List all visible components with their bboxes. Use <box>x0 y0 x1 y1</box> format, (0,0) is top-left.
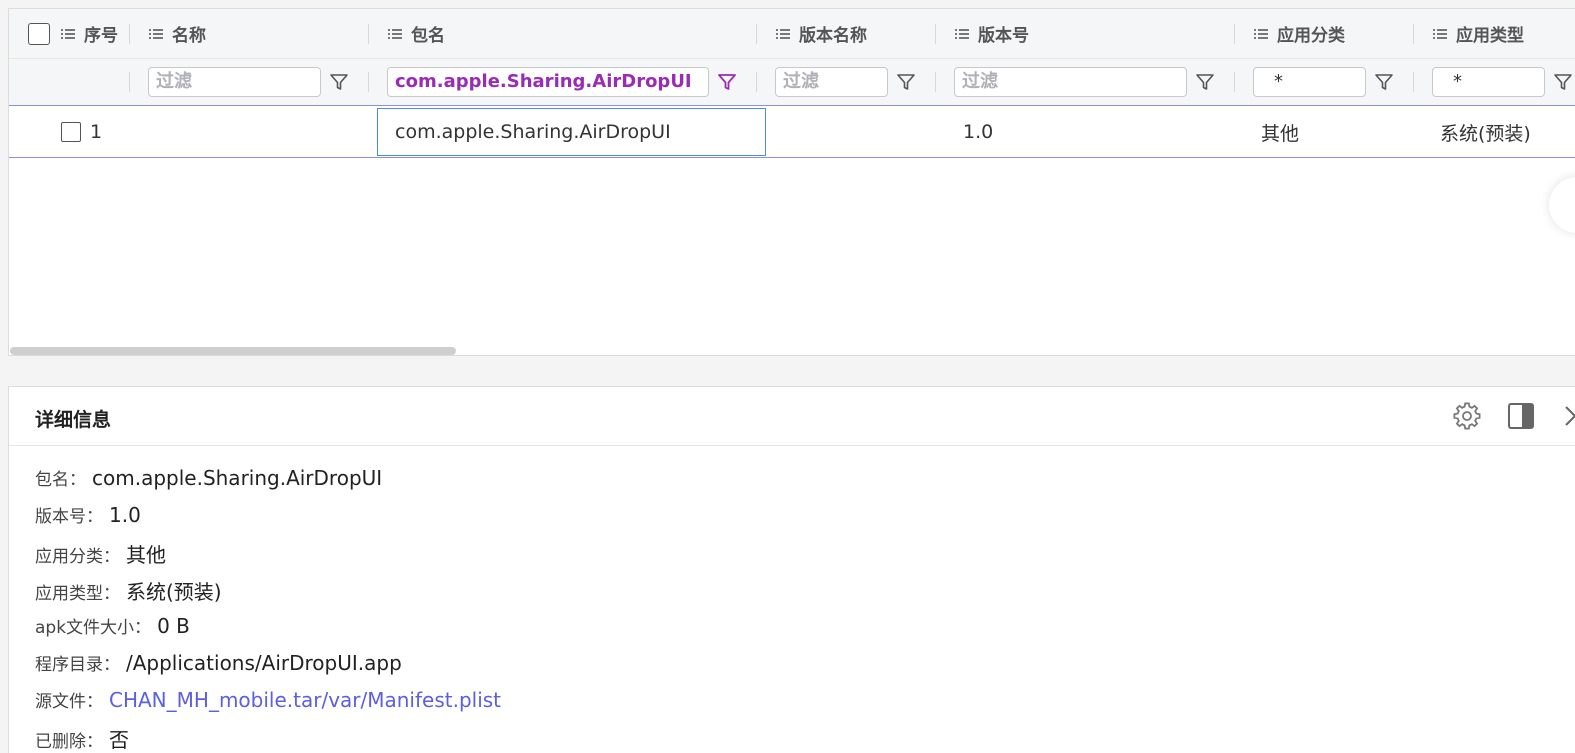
column-menu-icon[interactable] <box>1254 28 1268 40</box>
detail-title: 详细信息 <box>35 409 112 431</box>
cell-category[interactable]: 其他 <box>1261 107 1299 157</box>
filter-select-category[interactable]: * <box>1253 67 1366 97</box>
filter-icon[interactable] <box>329 72 349 92</box>
col-header-index[interactable]: 序号 <box>61 9 118 58</box>
table-header: 序号 名称 包名 版本名称 版本号 应用分类 应用类型 <box>9 9 1575 59</box>
cell-version-code[interactable]: 1.0 <box>963 107 993 157</box>
select-all-checkbox[interactable] <box>28 9 50 58</box>
filter-row: 过滤 com.apple.Sharing.AirDropUI 过滤 过滤 * * <box>9 59 1575 106</box>
app-table: 序号 名称 包名 版本名称 版本号 应用分类 应用类型 过滤 com.apple… <box>8 8 1575 356</box>
filter-icon[interactable] <box>1374 72 1394 92</box>
filter-select-type[interactable]: * <box>1432 67 1545 97</box>
col-header-package[interactable]: 包名 <box>388 9 445 58</box>
close-icon[interactable] <box>1561 402 1575 430</box>
filter-input-name[interactable]: 过滤 <box>148 67 321 97</box>
detail-field-type: 应用类型： 系统(预装) <box>35 580 222 604</box>
cell-type[interactable]: 系统(预装) <box>1440 107 1531 157</box>
source-file-link[interactable]: CHAN_MH_mobile.tar/var/Manifest.plist <box>109 688 501 712</box>
row-checkbox-cell[interactable]: 1 <box>61 107 102 157</box>
filter-active-icon[interactable] <box>717 72 737 92</box>
column-menu-icon[interactable] <box>776 28 790 40</box>
filter-input-package[interactable]: com.apple.Sharing.AirDropUI <box>387 67 709 97</box>
column-menu-icon[interactable] <box>955 28 969 40</box>
col-header-category[interactable]: 应用分类 <box>1254 9 1345 58</box>
col-header-type[interactable]: 应用类型 <box>1433 9 1524 58</box>
col-header-version-code[interactable]: 版本号 <box>955 9 1029 58</box>
filter-icon[interactable] <box>1195 72 1215 92</box>
detail-field-version: 版本号： 1.0 <box>35 503 141 527</box>
cell-package[interactable]: com.apple.Sharing.AirDropUI <box>377 108 766 156</box>
col-header-version-name[interactable]: 版本名称 <box>776 9 867 58</box>
column-menu-icon[interactable] <box>61 28 75 40</box>
filter-input-version-name[interactable]: 过滤 <box>775 67 888 97</box>
horizontal-scrollbar[interactable] <box>10 347 456 355</box>
detail-field-category: 应用分类： 其他 <box>35 543 166 567</box>
filter-input-version-code[interactable]: 过滤 <box>954 67 1187 97</box>
detail-field-package: 包名： com.apple.Sharing.AirDropUI <box>35 466 383 490</box>
split-panel-icon[interactable] <box>1507 402 1535 430</box>
detail-panel: 详细信息 包名： com.apple.Sharing.AirDropUI 版本号… <box>8 386 1575 753</box>
filter-icon[interactable] <box>1553 72 1573 92</box>
filter-icon[interactable] <box>896 72 916 92</box>
column-menu-icon[interactable] <box>149 28 163 40</box>
row-checkbox[interactable] <box>61 122 81 142</box>
floating-action-button[interactable] <box>1549 177 1575 233</box>
gear-icon[interactable] <box>1453 402 1481 430</box>
detail-field-deleted: 已删除： 否 <box>35 728 129 752</box>
table-row[interactable]: 1 com.apple.Sharing.AirDropUI 1.0 其他 系统(… <box>9 107 1575 158</box>
column-menu-icon[interactable] <box>388 28 402 40</box>
detail-field-source-file: 源文件： CHAN_MH_mobile.tar/var/Manifest.pli… <box>35 688 502 712</box>
detail-field-apk-size: apk文件大小： 0 B <box>35 614 190 638</box>
col-header-name[interactable]: 名称 <box>149 9 206 58</box>
detail-header: 详细信息 <box>9 387 1575 446</box>
detail-field-app-directory: 程序目录： /Applications/AirDropUI.app <box>35 651 402 675</box>
column-menu-icon[interactable] <box>1433 28 1447 40</box>
row-index: 1 <box>90 121 103 143</box>
